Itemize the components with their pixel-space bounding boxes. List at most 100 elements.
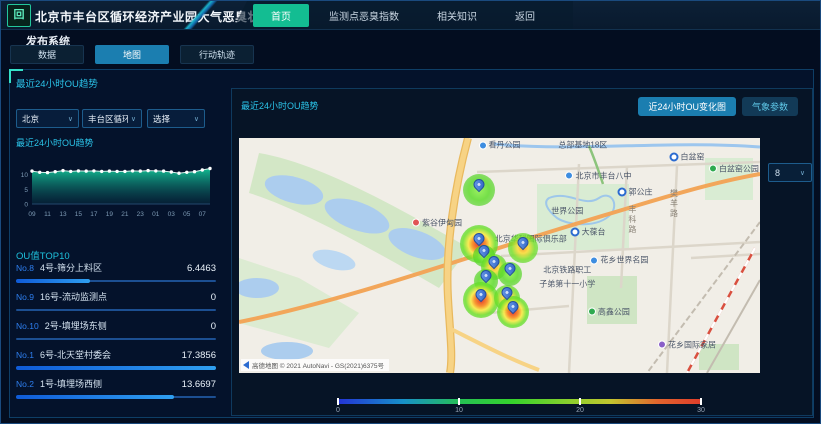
weather-params-button[interactable]: 气象参数 bbox=[742, 97, 798, 116]
map-label-text: 总部基地18区 bbox=[558, 140, 607, 151]
svg-text:15: 15 bbox=[75, 211, 83, 218]
nav-item-1[interactable]: 首页 bbox=[253, 4, 309, 27]
row-rank: No.1 bbox=[16, 350, 34, 360]
row-site-name: 16号-流动监测点 bbox=[40, 290, 107, 303]
park-select[interactable]: 丰台区循环经济产 ∨ bbox=[82, 109, 142, 128]
row-bar-fill bbox=[16, 395, 174, 399]
nav-item-2[interactable]: 监测点恶臭指数 bbox=[311, 4, 417, 27]
map-panel-title: 最近24小时OU趋势 bbox=[241, 99, 319, 112]
map-label: 北京铁路职工 bbox=[543, 264, 591, 275]
map-panel: 最近24小时OU趋势 近24小时OU变化图 气象参数 bbox=[231, 88, 813, 416]
map-label-text: 高鑫公园 bbox=[598, 306, 630, 317]
svg-text:03: 03 bbox=[168, 211, 176, 218]
map-label: 看丹公园 bbox=[479, 140, 521, 151]
map-label-text: 花乡世界名园 bbox=[600, 255, 648, 266]
svg-text:0: 0 bbox=[24, 202, 28, 209]
app-logo-icon: 回 bbox=[7, 4, 31, 27]
top10-row: No.916号-流动监测点0 bbox=[16, 290, 216, 319]
poi-icon bbox=[412, 219, 420, 227]
map-pin-icon[interactable] bbox=[478, 245, 489, 256]
map-label-text: 世界公园 bbox=[551, 205, 583, 216]
site-select-value: 选择 bbox=[153, 113, 170, 125]
map-pin-icon[interactable] bbox=[476, 289, 487, 300]
top10-row: No.16号-北天堂村委会17.3856 bbox=[16, 348, 216, 377]
map-label: 花乡国际家居 bbox=[658, 339, 716, 350]
panel-title: 最近24小时OU趋势 bbox=[16, 76, 98, 90]
row-ou-value: 0 bbox=[211, 321, 216, 332]
map-label: 郭公庄 bbox=[617, 187, 652, 198]
row-site-name: 1号-填埋场西侧 bbox=[40, 377, 102, 390]
map-canvas[interactable]: 看丹公园总部基地18区白盆窑白盆窑公园北京市丰台八中郭公庄世界公园紫谷伊甸园大葆… bbox=[239, 138, 760, 373]
amap-logo-icon bbox=[243, 361, 249, 369]
top10-title: OU值TOP10 bbox=[16, 248, 70, 262]
site-select[interactable]: 选择 ∨ bbox=[147, 109, 205, 128]
map-label: 紫谷伊甸园 bbox=[412, 217, 462, 228]
map-attribution-text: 高德地图 © 2021 AutoNavi - GS(2021)6375号 bbox=[252, 360, 384, 370]
poi-icon bbox=[479, 141, 487, 149]
map-pin-icon[interactable] bbox=[517, 237, 528, 248]
hour-select-value: 8 bbox=[775, 168, 780, 178]
tab-3[interactable]: 行动轨迹 bbox=[180, 45, 254, 64]
row-site-name: 4号-筛分上料区 bbox=[40, 261, 102, 274]
svg-text:01: 01 bbox=[152, 211, 160, 218]
top10-row: No.102号-填埋场东侧0 bbox=[16, 319, 216, 348]
map-label: 子弟第十一小学 bbox=[539, 278, 595, 289]
row-rank: No.2 bbox=[16, 379, 34, 389]
map-label-text: 丰科路 bbox=[627, 205, 638, 235]
main-nav: 首页监测点恶臭指数相关知识返回 bbox=[233, 1, 573, 29]
row-site-name: 2号-填埋场东侧 bbox=[45, 319, 107, 332]
svg-text:23: 23 bbox=[137, 211, 145, 218]
tab-2[interactable]: 地图 bbox=[95, 45, 169, 64]
region-select[interactable]: 北京 ∨ bbox=[16, 109, 79, 128]
svg-text:19: 19 bbox=[106, 211, 114, 218]
svg-text:07: 07 bbox=[199, 211, 207, 218]
hour-select[interactable]: 8 ∨ bbox=[768, 163, 812, 182]
map-label: 樊羊路 bbox=[669, 189, 680, 219]
map-label: 北京市丰台八中 bbox=[565, 170, 631, 181]
row-ou-value: 0 bbox=[211, 292, 216, 303]
map-label-text: 白盆窑 bbox=[681, 151, 705, 162]
top10-list: No.84号-筛分上料区6.4463No.916号-流动监测点0No.102号-… bbox=[16, 261, 216, 406]
row-bar-fill bbox=[16, 366, 216, 370]
poi-icon bbox=[658, 341, 666, 349]
map-pin-icon[interactable] bbox=[507, 301, 518, 312]
legend-tick-label: 0 bbox=[336, 407, 340, 414]
park-select-value: 丰台区循环经济产 bbox=[88, 113, 128, 125]
tab-1[interactable]: 数据 bbox=[10, 45, 84, 64]
row-bar-track bbox=[16, 338, 216, 340]
map-pin-icon[interactable] bbox=[502, 287, 513, 298]
row-ou-value: 13.6697 bbox=[182, 379, 216, 390]
map-label: 白盆窑 bbox=[670, 151, 705, 162]
subway-station-icon bbox=[670, 152, 679, 161]
main-panel: 最近24小时OU趋势 北京 ∨ 丰台区循环经济产 ∨ 选择 ∨ 最近24小时OU… bbox=[9, 69, 814, 418]
map-pin-icon[interactable] bbox=[489, 256, 500, 267]
legend-tick bbox=[579, 398, 581, 405]
chevron-down-icon: ∨ bbox=[68, 115, 73, 123]
legend-gradient-bar bbox=[338, 399, 701, 404]
nav-item-4[interactable]: 返回 bbox=[497, 4, 553, 27]
ou-change-chart-button[interactable]: 近24小时OU变化图 bbox=[638, 97, 736, 116]
map-pin-icon[interactable] bbox=[481, 270, 492, 281]
map-label-text: 白盆窑公园 bbox=[719, 163, 759, 174]
poi-icon bbox=[709, 165, 717, 173]
chevron-down-icon: ∨ bbox=[800, 169, 805, 177]
map-label-text: 北京铁路职工 bbox=[543, 264, 591, 275]
row-rank: No.8 bbox=[16, 263, 34, 273]
row-site-name: 6号-北天堂村委会 bbox=[40, 348, 111, 361]
legend-tick-label: 20 bbox=[576, 407, 584, 414]
map-label-text: 樊羊路 bbox=[669, 189, 680, 219]
map-pin-icon[interactable] bbox=[504, 263, 515, 274]
app-window: 回 北京市丰台区循环经济产业园大气恶臭状况实时 首页监测点恶臭指数相关知识返回 … bbox=[0, 0, 821, 424]
row-bar-track bbox=[16, 367, 216, 369]
map-pin-icon[interactable] bbox=[473, 233, 484, 244]
svg-text:09: 09 bbox=[28, 211, 36, 218]
map-attribution: 高德地图 © 2021 AutoNavi - GS(2021)6375号 bbox=[241, 359, 389, 371]
map-pin-icon[interactable] bbox=[473, 179, 484, 190]
map-label: 白盆窑公园 bbox=[709, 163, 759, 174]
top-header: 回 北京市丰台区循环经济产业园大气恶臭状况实时 首页监测点恶臭指数相关知识返回 bbox=[1, 1, 820, 30]
legend-tick bbox=[458, 398, 460, 405]
map-button-row: 近24小时OU变化图 气象参数 bbox=[638, 97, 798, 116]
nav-item-3[interactable]: 相关知识 bbox=[419, 4, 495, 27]
ou-trend-chart-title: 最近24小时OU趋势 bbox=[16, 136, 94, 149]
chevron-down-icon: ∨ bbox=[194, 115, 199, 123]
